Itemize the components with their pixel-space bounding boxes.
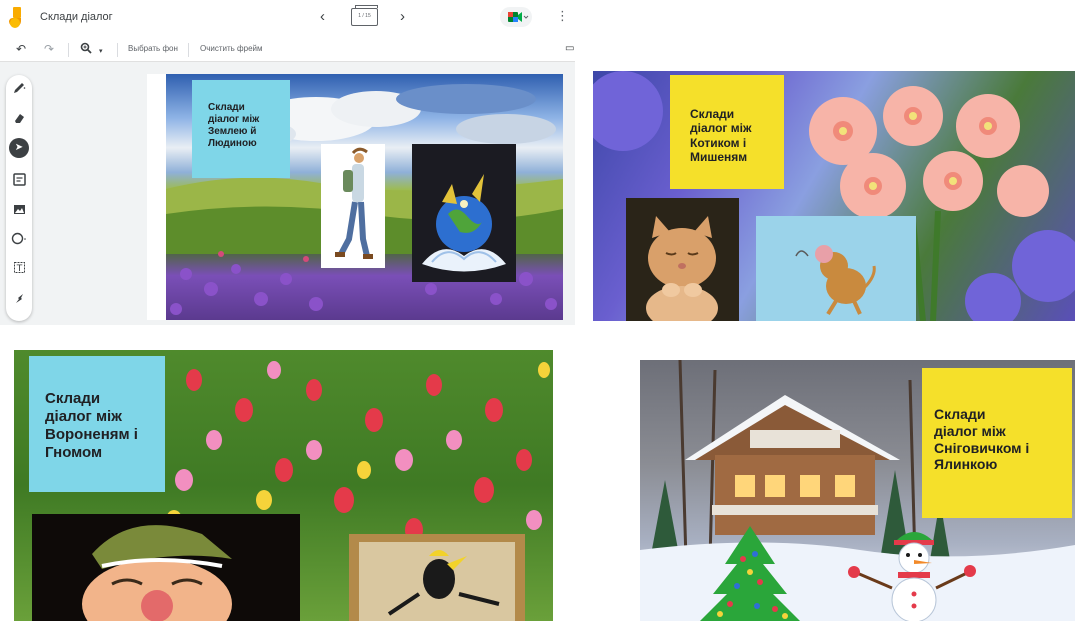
redo-icon[interactable]: ↷	[44, 42, 54, 56]
sticky-note-line: Сніговичком і	[934, 439, 1030, 456]
circle-icon[interactable]	[6, 232, 32, 248]
sticky-note[interactable]: Склади діалог між Котиком і Мишеням	[670, 75, 784, 189]
pen-icon[interactable]	[6, 81, 32, 98]
svg-text:T: T	[15, 264, 22, 274]
toolbar: ↶ ↷ ▾ Выбрать фон Очистить фрейм ▭	[0, 36, 575, 62]
image-icon[interactable]	[6, 203, 32, 219]
sticky-note[interactable]: Склади діалог між Вороненям і Гномом	[29, 356, 165, 492]
sticky-note-line: діалог між	[208, 114, 260, 125]
slide-earth-human: Склади діалог між Землею й Людиною	[166, 74, 563, 320]
christmas-tree-image[interactable]	[695, 524, 805, 621]
sticky-note-line: діалог між	[45, 408, 122, 425]
clear-frame-button[interactable]: Очистить фрейм	[200, 44, 263, 53]
earth-lotus-image[interactable]	[412, 144, 516, 282]
zoom-icon[interactable]	[80, 42, 92, 57]
sticky-note[interactable]: Склади діалог між Землею й Людиною	[192, 80, 290, 178]
jamboard-window: Склади діалог ‹ 1 / 15 › ⋮ ↶ ↷ ▾ Выбрать…	[0, 0, 575, 325]
sticky-note-line: Гномом	[45, 444, 103, 461]
undo-icon[interactable]: ↶	[16, 42, 26, 56]
laser-icon[interactable]	[6, 292, 32, 308]
sticky-note-line: Вороненям і	[45, 426, 138, 443]
snowman-image[interactable]	[842, 528, 987, 621]
sticky-note-icon[interactable]	[6, 173, 32, 189]
sticky-note-line: Котиком і	[690, 135, 747, 150]
sticky-note[interactable]: Склади діалог між Сніговичком і Ялинкою	[922, 368, 1072, 518]
comment-icon[interactable]: ▭	[565, 42, 574, 56]
sticky-note-line: Склади	[208, 102, 245, 113]
gnome-image[interactable]	[32, 514, 300, 621]
previous-frame-chevron-icon[interactable]: ‹	[320, 8, 325, 25]
slide-raven-gnome: Склади діалог між Вороненям і Гномом	[14, 350, 553, 621]
raven-image[interactable]	[349, 534, 525, 621]
sticky-note-line: Склади	[45, 390, 101, 407]
tool-rail: ➤ T	[6, 75, 32, 321]
frame-bar-button[interactable]: 1 / 15	[351, 5, 378, 26]
cat-image[interactable]	[626, 198, 739, 321]
board-frame[interactable]: Склади діалог між Землею й Людиною	[147, 74, 563, 320]
sticky-note-line: Ялинкою	[934, 456, 998, 473]
sticky-note-line: Склади	[934, 406, 986, 422]
toolbar-divider	[117, 43, 118, 57]
toolbar-divider	[68, 43, 69, 57]
textbox-icon[interactable]: T	[6, 261, 32, 277]
meet-icon	[508, 12, 529, 22]
toolbar-divider	[188, 43, 189, 57]
zoom-dropdown-icon[interactable]: ▾	[99, 45, 103, 59]
sticky-note-line: Склади	[690, 107, 735, 121]
title-bar: Склади діалог ‹ 1 / 15 › ⋮	[0, 0, 575, 36]
slide-cat-mouse: Склади діалог між Котиком і Мишеням	[593, 71, 1075, 321]
eraser-icon[interactable]	[6, 111, 32, 128]
hiker-image[interactable]	[321, 144, 385, 268]
sticky-note-line: Мишеням	[690, 150, 748, 165]
next-frame-chevron-icon[interactable]: ›	[400, 8, 405, 25]
more-options-icon[interactable]: ⋮	[556, 8, 569, 24]
mouse-image[interactable]	[756, 216, 916, 321]
sticky-note-line: діалог між	[690, 121, 752, 136]
meet-button[interactable]	[500, 7, 532, 27]
document-title[interactable]: Склади діалог	[40, 11, 113, 23]
slide-snowman-tree: Склади діалог між Сніговичком і Ялинкою	[640, 360, 1075, 621]
sticky-note-line: Людиною	[208, 138, 257, 149]
select-icon[interactable]: ➤	[9, 138, 29, 158]
jamboard-logo-icon[interactable]	[9, 7, 25, 29]
sticky-note-line: діалог між	[934, 422, 1006, 439]
set-background-button[interactable]: Выбрать фон	[128, 44, 178, 53]
sticky-note-line: Землею й	[208, 126, 257, 137]
